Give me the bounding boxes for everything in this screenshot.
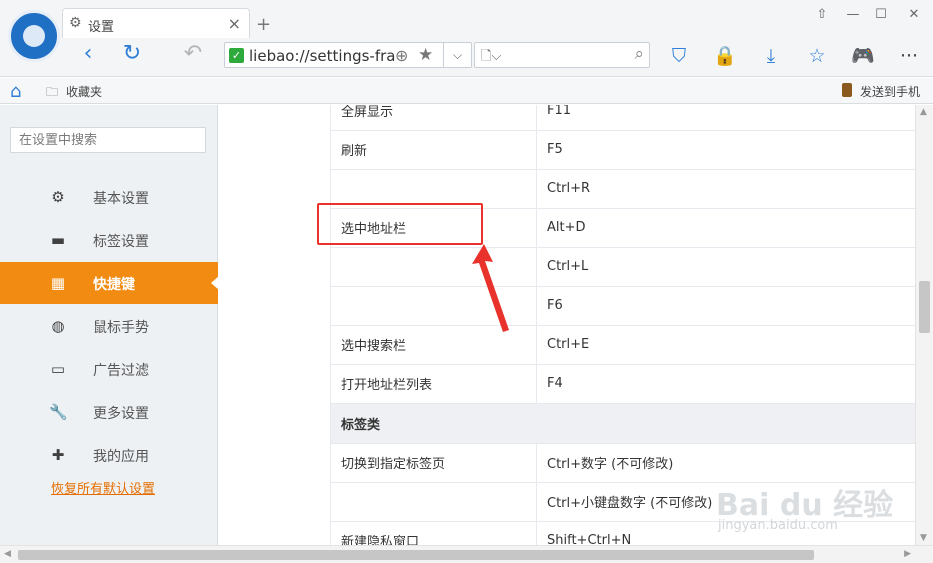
annotation-arrow: [472, 244, 509, 332]
watermark-site: jingyan.baidu.com: [718, 518, 838, 533]
